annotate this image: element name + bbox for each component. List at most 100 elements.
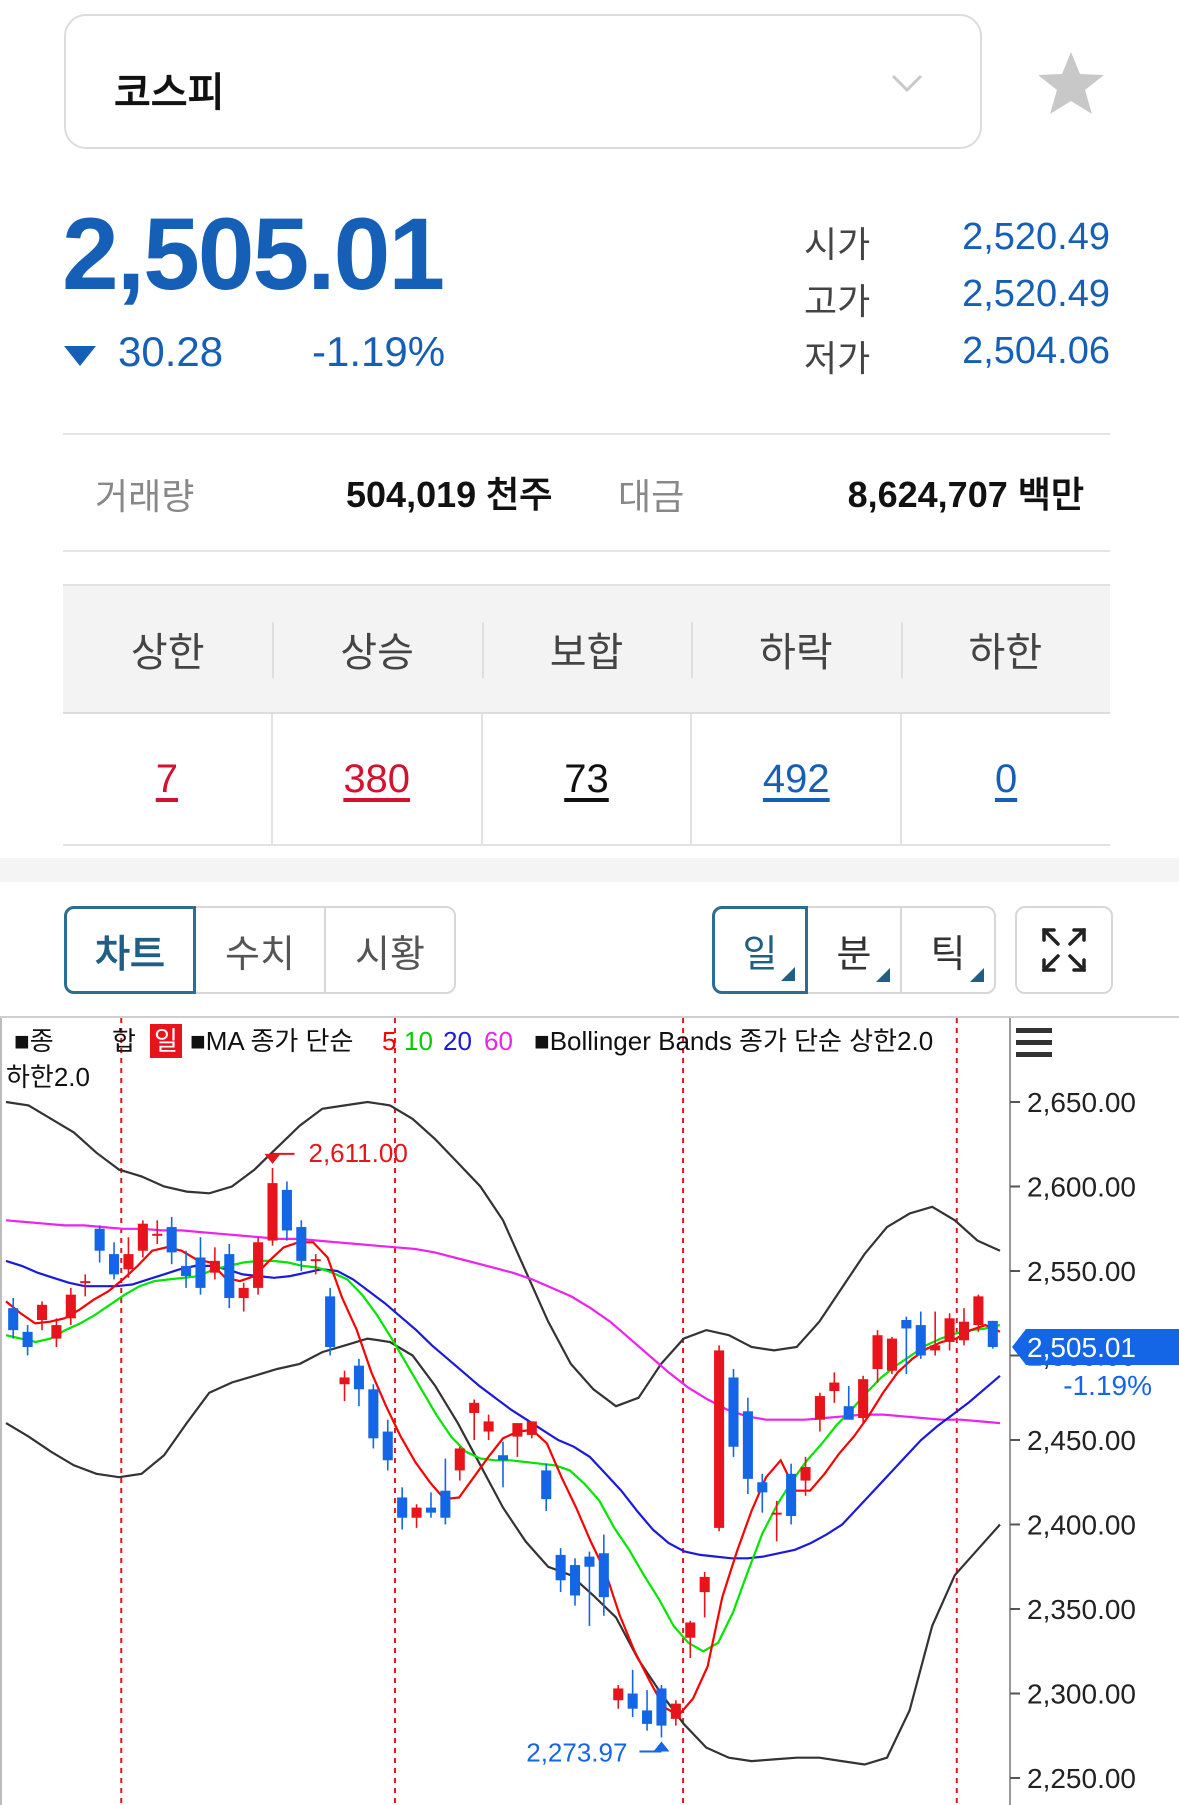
candle-body (598, 1553, 609, 1598)
low-value: 2,504.06 (962, 330, 1110, 372)
open-label: 시가 (804, 224, 871, 265)
candle-body (512, 1423, 523, 1437)
candle-body (325, 1296, 336, 1348)
candle-body (685, 1622, 696, 1638)
price-change: 30.28 (118, 328, 224, 375)
current-price: 2,505.01 (62, 197, 445, 311)
period-tab-minute-label: 분 (836, 933, 872, 976)
y-axis-tick-label: 2,550.00 (1027, 1256, 1136, 1287)
candle-body (353, 1365, 364, 1390)
legend-ma5: 5 (382, 1026, 396, 1056)
candle-body (569, 1565, 581, 1596)
period-tab-tick[interactable]: 틱 (900, 906, 996, 994)
y-axis-tick-label: 2,400.00 (1027, 1510, 1136, 1541)
period-tab-minute[interactable]: 분 (806, 906, 902, 994)
current-price-tag: 2,505.01 -1.19% (1012, 1329, 1179, 1401)
legend-ma10: 10 (404, 1026, 433, 1056)
expand-icon (1042, 928, 1086, 972)
candle-body (209, 1260, 220, 1273)
chart-canvas[interactable]: 2,650.002,600.002,550.002,500.002,450.00… (0, 1018, 1179, 1805)
candlestick-chart[interactable]: 2,650.002,600.002,550.002,500.002,450.00… (0, 1016, 1179, 1805)
fullscreen-button[interactable] (1015, 906, 1113, 994)
candle-body (642, 1710, 653, 1724)
candle-body (454, 1448, 465, 1471)
legend-main-prefix: ■종 (14, 1026, 54, 1056)
candle-body (238, 1287, 249, 1299)
candle-body (555, 1554, 566, 1581)
unchanged-count-link[interactable]: 73 (564, 757, 609, 802)
current-change-label: -1.19% (1063, 1370, 1152, 1401)
candle-body (656, 1688, 667, 1726)
candle-body (829, 1382, 840, 1391)
lower-limit-count-link[interactable]: 0 (995, 757, 1017, 802)
upper-limit-count-link[interactable]: 7 (156, 757, 178, 802)
dropdown-corner-icon (876, 968, 890, 982)
amount-value: 8,624,707 백만 (847, 474, 1084, 515)
candle-body (987, 1320, 998, 1348)
breadth-header-row: 상한 상승 보합 하락 하한 (63, 584, 1110, 712)
low-marker-label: 2,273.97 (526, 1737, 627, 1767)
period-tab-tick-label: 틱 (930, 933, 966, 976)
candle-body (339, 1377, 350, 1385)
header-rise: 상승 (272, 586, 481, 712)
legend-ma20: 20 (443, 1026, 472, 1056)
legend-ma-label: ■MA 종가 단순 (190, 1026, 353, 1056)
candle-body (253, 1242, 264, 1288)
candle-body (65, 1294, 76, 1319)
candle-body (94, 1228, 105, 1251)
candle-body (36, 1304, 48, 1321)
high-marker: 2,611.00 (264, 1138, 408, 1168)
tab-market-news[interactable]: 시황 (324, 906, 456, 994)
candle-body (670, 1703, 681, 1719)
candle-body (771, 1512, 782, 1515)
high-label: 고가 (804, 281, 871, 322)
candle-body (699, 1576, 710, 1593)
open-value: 2,520.49 (962, 216, 1110, 258)
fall-count-link[interactable]: 492 (763, 757, 830, 802)
header-fall: 하락 (691, 586, 900, 712)
section-divider (0, 858, 1179, 882)
candle-body (469, 1402, 480, 1413)
candle-body (901, 1320, 912, 1329)
candle-body (843, 1406, 854, 1420)
candle-body (757, 1482, 768, 1493)
candle-body (872, 1335, 883, 1370)
candle-body (742, 1411, 753, 1479)
price-change-percent: -1.19% (312, 328, 446, 375)
candle-body (181, 1265, 192, 1277)
candle-body (137, 1223, 148, 1251)
candle-body (411, 1507, 422, 1518)
low-marker: 2,273.97 (526, 1737, 670, 1767)
period-tab-day-label: 일 (742, 933, 778, 976)
hamburger-menu-icon[interactable] (1016, 1028, 1052, 1057)
view-tabs: 차트 수치 시황 (64, 906, 456, 994)
period-tab-day[interactable]: 일 (712, 906, 808, 994)
tab-figures[interactable]: 수치 (194, 906, 326, 994)
bollinger-bands (5, 1100, 1001, 1766)
candles (8, 1167, 998, 1738)
volume-value: 504,019 천주 (346, 474, 553, 515)
tab-chart[interactable]: 차트 (64, 906, 196, 994)
amount-label: 대금 (618, 476, 685, 517)
candle-body (440, 1490, 451, 1518)
period-separators (120, 1018, 958, 1805)
y-axis-tick-label: 2,450.00 (1027, 1425, 1136, 1456)
y-axis: 2,650.002,600.002,550.002,500.002,450.00… (1010, 1087, 1136, 1794)
candle-body (123, 1254, 134, 1270)
index-selector[interactable]: 코스피 (64, 14, 982, 149)
candle-body (944, 1318, 955, 1342)
period-badge: 일 (154, 1026, 178, 1056)
candle-body (368, 1389, 379, 1439)
star-icon[interactable] (1036, 50, 1106, 116)
candle-body (886, 1338, 897, 1371)
divider (63, 433, 1110, 435)
y-axis-tick-label: 2,650.00 (1027, 1087, 1136, 1118)
candle-body (915, 1325, 926, 1356)
market-breadth-table: 상한 상승 보합 하락 하한 7 380 73 492 0 (63, 584, 1110, 846)
rise-count-link[interactable]: 380 (343, 757, 410, 802)
legend-bb-label: ■Bollinger Bands 종가 단순 상한2.0 (534, 1026, 933, 1056)
breadth-value-row: 7 380 73 492 0 (63, 712, 1110, 846)
candle-body (281, 1189, 292, 1231)
candle-body (80, 1281, 91, 1284)
candle-body (296, 1227, 307, 1261)
